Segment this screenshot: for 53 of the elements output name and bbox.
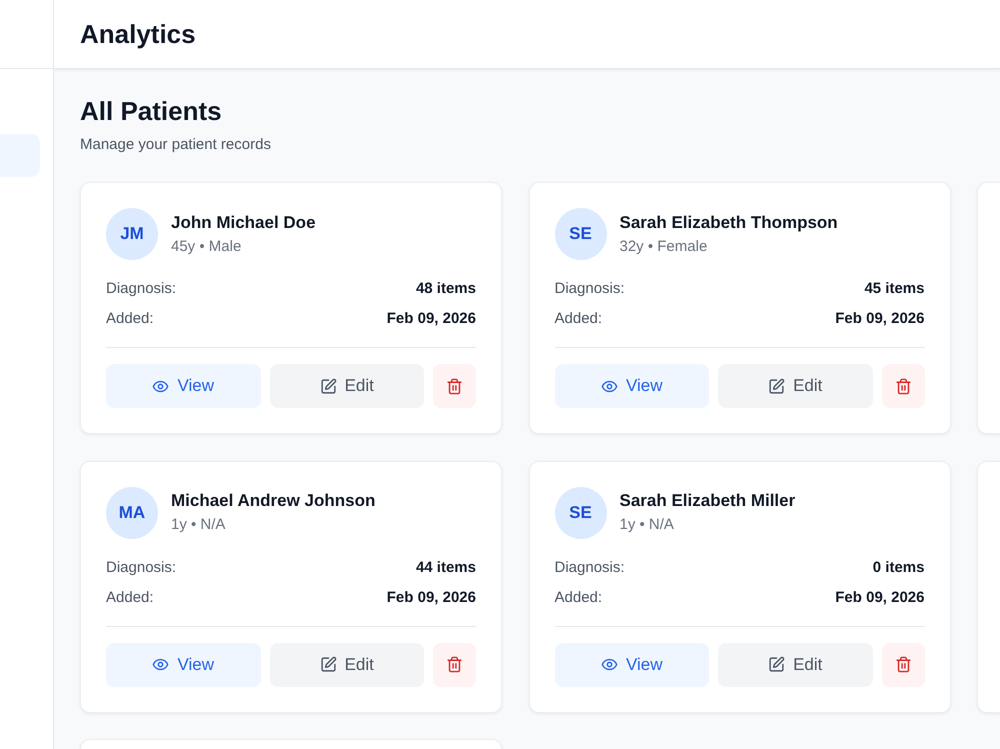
patient-meta: 1y • N/A (620, 515, 675, 535)
page-title: All Patients (80, 95, 223, 127)
field-value: Feb 09, 2026 (835, 588, 924, 608)
avatar: SE (554, 208, 606, 260)
trash-icon (446, 378, 463, 394)
delete-button[interactable] (882, 364, 924, 408)
patient-meta: 32y • Female (620, 236, 708, 256)
field-value: Feb 09, 2026 (386, 588, 476, 608)
field-value: 48 items (416, 279, 476, 299)
trash-icon (894, 656, 912, 673)
patient-name: Sarah Elizabeth Miller (620, 490, 796, 512)
field-value: 0 items (872, 558, 924, 578)
patient-name: John Michael Doe (171, 212, 316, 234)
pencil-square-icon (768, 378, 786, 394)
field-value: 44 items (416, 558, 476, 578)
patient-name: Michael Andrew Johnson (171, 490, 376, 512)
trash-icon (894, 378, 912, 394)
delete-button[interactable] (882, 642, 924, 686)
view-button[interactable]: View (554, 642, 709, 686)
field-value: 45 items (864, 279, 924, 299)
pencil-square-icon (768, 656, 786, 673)
edit-button[interactable]: Edit (270, 364, 424, 408)
field-label: Added: (106, 588, 154, 608)
pencil-square-icon (320, 656, 337, 673)
avatar: MA (106, 486, 158, 538)
field-label: Diagnosis: (554, 279, 625, 299)
field-label: Diagnosis: (554, 558, 625, 578)
avatar: SE (554, 486, 606, 538)
field-label: Added: (106, 309, 154, 329)
delete-button[interactable] (433, 642, 476, 686)
view-button[interactable]: View (554, 364, 709, 408)
pencil-square-icon (320, 378, 337, 394)
patient-name: Sarah Elizabeth Thompson (620, 212, 838, 234)
field-label: Added: (554, 309, 602, 329)
edit-button[interactable]: Edit (718, 642, 872, 686)
trash-icon (446, 656, 463, 673)
view-button[interactable]: View (106, 642, 260, 686)
edit-button[interactable]: Edit (718, 364, 872, 408)
patient-meta: 45y • Male (171, 236, 242, 256)
eye-icon (152, 656, 170, 673)
avatar: JM (106, 208, 158, 260)
eye-icon (600, 656, 618, 673)
patient-meta: 1y • N/A (171, 515, 226, 535)
view-button[interactable]: View (106, 364, 260, 408)
header-title: Analytics (80, 18, 196, 50)
field-label: Diagnosis: (106, 279, 176, 299)
field-label: Added: (554, 588, 602, 608)
delete-button[interactable] (433, 364, 476, 408)
edit-button[interactable]: Edit (270, 642, 424, 686)
page-subtitle: Manage your patient records (80, 135, 272, 155)
field-value: Feb 09, 2026 (835, 309, 924, 329)
field-label: Diagnosis: (106, 558, 176, 578)
field-value: Feb 09, 2026 (386, 309, 476, 329)
